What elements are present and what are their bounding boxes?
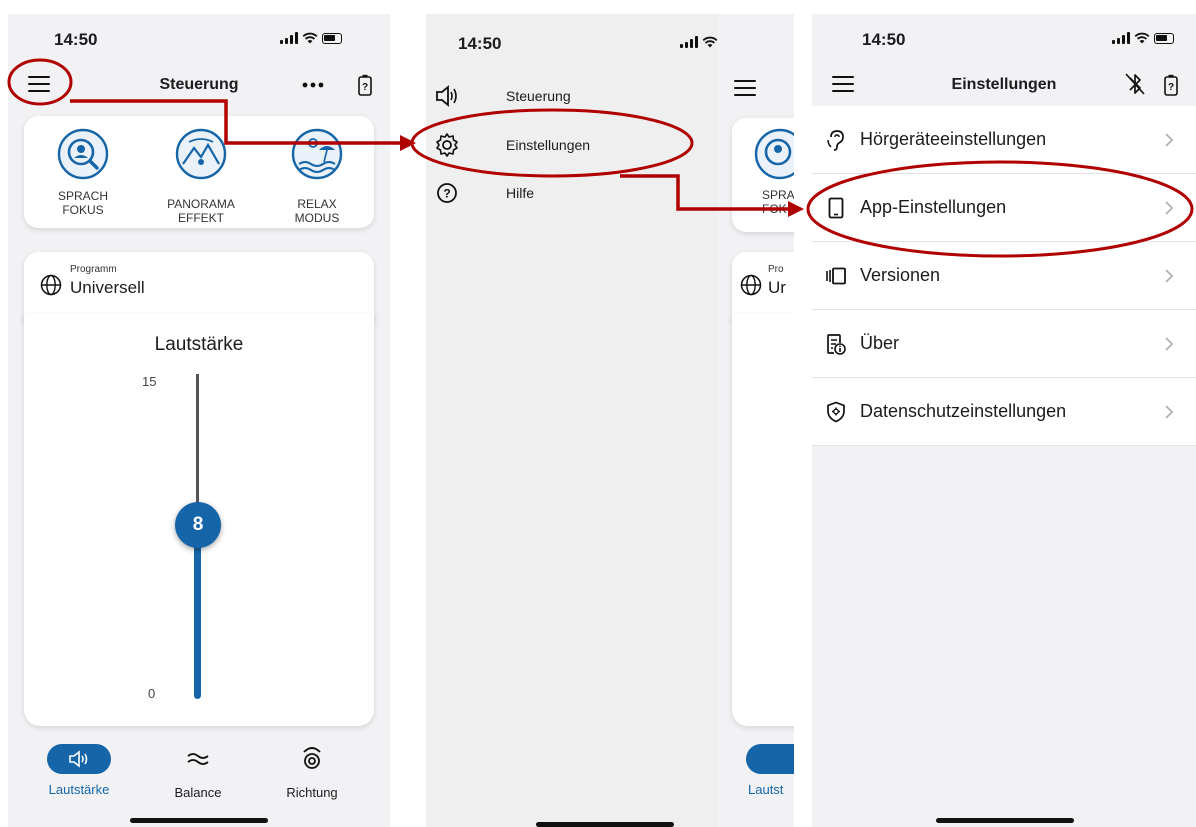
highlight-menu-button [7, 58, 73, 106]
annotation-overlay [7, 58, 1194, 258]
arrow-to-settings [620, 174, 790, 211]
highlight-app-settings [806, 160, 1194, 258]
arrow-to-side-menu [70, 99, 402, 145]
highlight-settings-item [410, 108, 694, 178]
